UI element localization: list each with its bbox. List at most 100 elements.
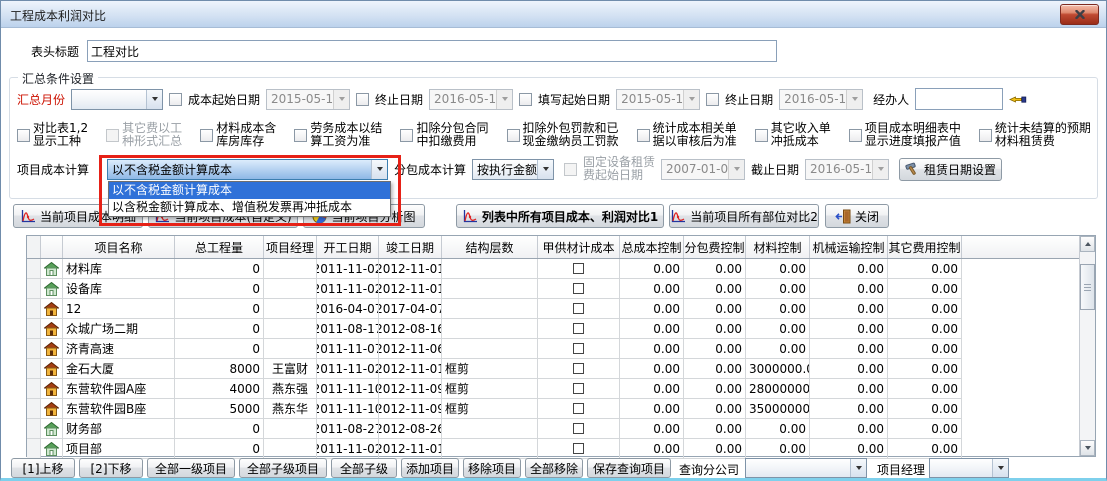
row-selector-cell[interactable] bbox=[27, 379, 41, 399]
option-checkbox-5[interactable]: 扣除分包合同中扣缴费用 bbox=[400, 122, 488, 148]
cell-owner-material-checked[interactable] bbox=[538, 259, 620, 279]
option-checkbox-9[interactable]: 项目成本明细表中显示进度填报产值 bbox=[849, 122, 961, 148]
table-row[interactable]: 东营软件园A座4000燕东强2011-11-102012-11-09框剪0.00… bbox=[27, 379, 1079, 399]
agent-input[interactable] bbox=[915, 88, 1003, 110]
chevron-down-icon[interactable] bbox=[146, 90, 162, 109]
close-button[interactable] bbox=[1060, 4, 1099, 25]
row-selector-cell[interactable] bbox=[27, 339, 41, 359]
cell-owner-material-checked[interactable] bbox=[538, 439, 620, 459]
column-header[interactable]: 结构层数 bbox=[442, 236, 538, 258]
option-checkbox-6[interactable]: 扣除外包罚款和已现金缴纳员工罚款 bbox=[507, 122, 619, 148]
table-row[interactable]: 设备库02011-11-022012-11-010.000.000.000.00… bbox=[27, 279, 1079, 299]
option-checkbox-2[interactable]: 其它费以工种形式汇总 bbox=[106, 122, 182, 148]
cell-owner-material-checked[interactable] bbox=[538, 399, 620, 419]
branch-query-combo[interactable] bbox=[745, 458, 867, 478]
all-children-button[interactable]: 全部子级 bbox=[331, 458, 397, 478]
row-selector-cell[interactable] bbox=[27, 419, 41, 439]
vertical-scrollbar[interactable] bbox=[1079, 236, 1095, 456]
owner-material-checkbox[interactable] bbox=[573, 283, 584, 294]
owner-material-checkbox[interactable] bbox=[573, 403, 584, 414]
subcontract-calc-combo[interactable]: 按执行金额 bbox=[472, 159, 554, 180]
checkbox-box[interactable] bbox=[637, 129, 650, 142]
cell-owner-material-checked[interactable] bbox=[538, 419, 620, 439]
save-query-project-button[interactable]: 保存查询项目 bbox=[587, 458, 671, 478]
table-row[interactable]: 东营软件园B座5000燕东华2011-11-102012-11-09框剪0.00… bbox=[27, 399, 1079, 419]
all-projects-cost-profit-compare1-button[interactable]: 列表中所有项目成本、利润对比1 bbox=[456, 204, 664, 228]
owner-material-checkbox[interactable] bbox=[573, 323, 584, 334]
column-header[interactable]: 总成本控制 bbox=[620, 236, 684, 258]
column-header[interactable]: 甲供材计成本 bbox=[538, 236, 620, 258]
cell-owner-material-checked[interactable] bbox=[538, 279, 620, 299]
table-row[interactable]: 1202016-04-072017-04-070.000.000.000.000… bbox=[27, 299, 1079, 319]
date-filter-1-combo[interactable]: 2015-05-19 bbox=[266, 89, 350, 110]
checkbox-box[interactable] bbox=[979, 129, 992, 142]
checkbox-box[interactable] bbox=[400, 129, 413, 142]
cell-owner-material-checked[interactable] bbox=[538, 339, 620, 359]
date-filter-3-checkbox[interactable] bbox=[519, 93, 532, 106]
owner-material-checkbox[interactable] bbox=[573, 383, 584, 394]
row-selector-cell[interactable] bbox=[27, 359, 41, 379]
option-checkbox-10[interactable]: 统计未结算的预期材料租赁费 bbox=[979, 122, 1091, 148]
owner-material-checkbox[interactable] bbox=[573, 363, 584, 374]
owner-material-checkbox[interactable] bbox=[573, 303, 584, 314]
remove-project-button[interactable]: 移除项目 bbox=[463, 458, 521, 478]
date-filter-4-combo[interactable]: 2016-05-18 bbox=[779, 89, 863, 110]
close-dialog-button[interactable]: 关闭 bbox=[825, 204, 889, 228]
table-row[interactable]: 济青高速02011-11-072012-11-060.000.000.000.0… bbox=[27, 339, 1079, 359]
row-selector-cell[interactable] bbox=[27, 299, 41, 319]
column-header[interactable]: 项目名称 bbox=[63, 236, 175, 258]
owner-material-checkbox[interactable] bbox=[573, 423, 584, 434]
option-checkbox-7[interactable]: 统计成本相关单据以审核后为准 bbox=[637, 122, 737, 148]
lease-end-date-combo[interactable]: 2016-05-18 bbox=[805, 159, 889, 180]
table-row[interactable]: 金石大厦8000王富财2011-11-022012-11-01框剪0.000.0… bbox=[27, 359, 1079, 379]
all-level1-projects-button[interactable]: 全部一级项目 bbox=[147, 458, 235, 478]
column-header[interactable]: 材料控制 bbox=[746, 236, 810, 258]
titlebar[interactable]: 工程成本利润对比 bbox=[1, 1, 1106, 28]
row-selector-cell[interactable] bbox=[27, 399, 41, 419]
date-filter-2-checkbox[interactable] bbox=[356, 93, 369, 106]
table-row[interactable]: 材料库02011-11-022012-11-010.000.000.000.00… bbox=[27, 259, 1079, 279]
checkbox-box[interactable] bbox=[849, 129, 862, 142]
date-filter-3-combo[interactable]: 2015-05-19 bbox=[616, 89, 700, 110]
move-up-button[interactable]: [1]上移 bbox=[11, 458, 75, 478]
cost-calc-dropdown-list[interactable]: 以不含税金额计算成本以含税金额计算成本、增值税发票再冲抵成本 bbox=[108, 181, 391, 217]
row-selector-cell[interactable] bbox=[27, 259, 41, 279]
owner-material-checkbox[interactable] bbox=[573, 263, 584, 274]
cell-owner-material-checked[interactable] bbox=[538, 359, 620, 379]
date-filter-2-combo[interactable]: 2016-05-18 bbox=[429, 89, 513, 110]
row-selector-cell[interactable] bbox=[27, 279, 41, 299]
row-selector-cell[interactable] bbox=[27, 319, 41, 339]
option-checkbox-8[interactable]: 其它收入单冲抵成本 bbox=[755, 122, 831, 148]
cell-owner-material-checked[interactable] bbox=[538, 319, 620, 339]
add-project-button[interactable]: 添加项目 bbox=[401, 458, 459, 478]
remove-all-button[interactable]: 全部移除 bbox=[525, 458, 583, 478]
equipment-lease-checkbox[interactable] bbox=[564, 163, 577, 176]
column-header[interactable]: 项目经理 bbox=[264, 236, 317, 258]
owner-material-checkbox[interactable] bbox=[573, 443, 584, 454]
owner-material-checkbox[interactable] bbox=[573, 343, 584, 354]
checkbox-box[interactable] bbox=[17, 129, 30, 142]
header-title-input[interactable] bbox=[87, 40, 777, 62]
checkbox-box[interactable] bbox=[200, 129, 213, 142]
chevron-down-icon[interactable] bbox=[371, 160, 387, 179]
cell-owner-material-checked[interactable] bbox=[538, 299, 620, 319]
all-child-projects-button[interactable]: 全部子级项目 bbox=[239, 458, 327, 478]
table-row[interactable]: 项目部02011-11-022012-11-010.000.000.000.00… bbox=[27, 439, 1079, 459]
hand-pointer-icon[interactable] bbox=[1009, 92, 1027, 107]
chevron-down-icon[interactable] bbox=[850, 459, 866, 477]
current-project-all-parts-compare2-button[interactable]: 当前项目所有部位对比2 bbox=[669, 204, 819, 228]
date-filter-4-checkbox[interactable] bbox=[706, 93, 719, 106]
scrollbar-thumb[interactable] bbox=[1080, 264, 1095, 310]
move-down-button[interactable]: [2]下移 bbox=[79, 458, 143, 478]
checkbox-box[interactable] bbox=[294, 129, 307, 142]
checkbox-box[interactable] bbox=[755, 129, 768, 142]
checkbox-box[interactable] bbox=[507, 129, 520, 142]
option-checkbox-1[interactable]: 对比表1,2显示工种 bbox=[17, 122, 88, 148]
lease-start-date-combo[interactable]: 2007-01-01 bbox=[661, 159, 745, 180]
column-header[interactable]: 总工程量 bbox=[175, 236, 264, 258]
date-filter-1-checkbox[interactable] bbox=[169, 93, 182, 106]
cell-owner-material-checked[interactable] bbox=[538, 379, 620, 399]
chevron-down-icon[interactable] bbox=[992, 459, 1008, 477]
option-checkbox-3[interactable]: 材料成本含库房库存 bbox=[200, 122, 276, 148]
month-combo[interactable] bbox=[71, 89, 163, 110]
